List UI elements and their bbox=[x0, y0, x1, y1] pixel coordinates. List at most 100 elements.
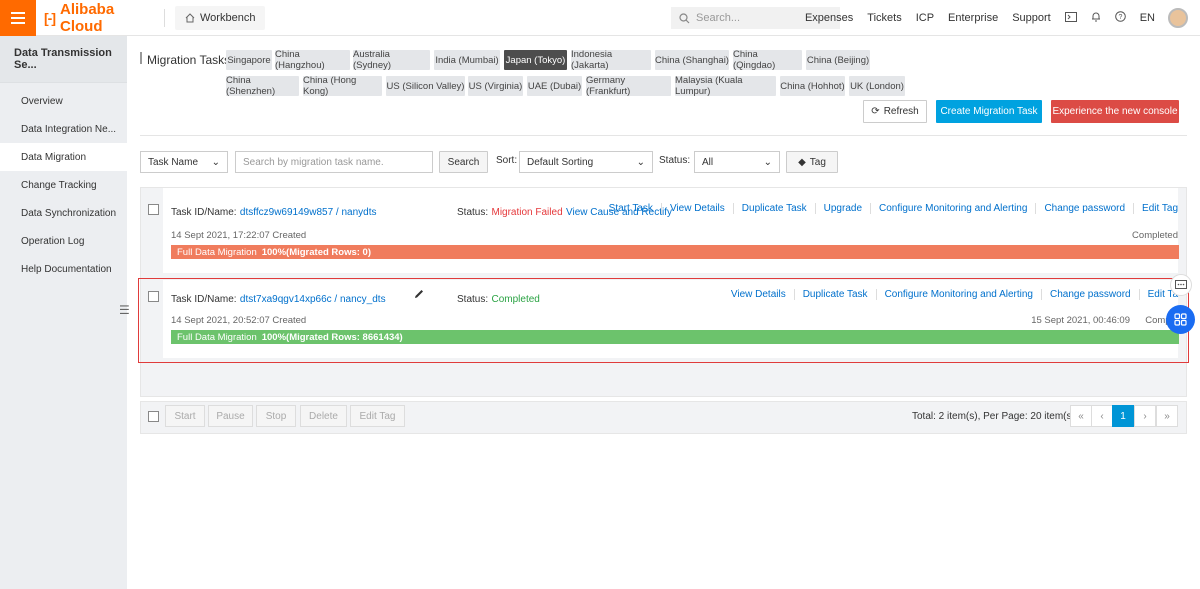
region-china-beijing[interactable]: China (Beijing) bbox=[806, 50, 870, 70]
task-id-line: Task ID/Name: dtsffcz9w69149w857 / nanyd… bbox=[171, 204, 377, 218]
edit-tag-link[interactable]: Edit Tag bbox=[1133, 203, 1186, 214]
sort-label: Sort: bbox=[496, 155, 518, 166]
task-status-label: Status: bbox=[457, 207, 489, 218]
alibaba-cloud-logo-icon: [-] bbox=[44, 9, 56, 26]
bulk-edit-tag-button[interactable]: Edit Tag bbox=[350, 405, 405, 427]
region-uae-dubai[interactable]: UAE (Dubai) bbox=[527, 76, 582, 96]
region-china-qingdao[interactable]: China (Qingdao) bbox=[733, 49, 802, 71]
divider bbox=[164, 8, 165, 27]
first-page-button[interactable]: « bbox=[1070, 405, 1092, 427]
region-uk-london[interactable]: UK (London) bbox=[849, 76, 905, 96]
top-link-support[interactable]: Support bbox=[1005, 12, 1058, 24]
sidebar-item-data-integration[interactable]: Data Integration Ne... bbox=[0, 115, 127, 143]
task-created-time: 14 Sept 2021, 17:22:07 Created bbox=[171, 230, 307, 241]
bulk-actions-bar: Start Pause Stop Delete Edit Tag Total: … bbox=[140, 401, 1187, 434]
search-placeholder: Search... bbox=[696, 12, 741, 24]
language-selector[interactable]: EN bbox=[1133, 12, 1162, 24]
search-icon bbox=[679, 12, 690, 23]
select-all-checkbox[interactable] bbox=[148, 411, 159, 422]
upgrade-link[interactable]: Upgrade bbox=[814, 203, 870, 214]
tag-button[interactable]: ◆ Tag bbox=[786, 151, 838, 173]
create-migration-task-button[interactable]: Create Migration Task bbox=[936, 100, 1042, 123]
bulk-start-button[interactable]: Start bbox=[165, 405, 205, 427]
sidebar-title: Data Transmission Se... bbox=[0, 36, 127, 83]
sidebar-item-data-synchronization[interactable]: Data Synchronization bbox=[0, 199, 127, 227]
apps-grid-icon[interactable] bbox=[1166, 305, 1195, 334]
region-japan-tokyo[interactable]: Japan (Tokyo) bbox=[504, 50, 567, 70]
sidebar: Data Transmission Se... Overview Data In… bbox=[0, 36, 127, 589]
menu-icon[interactable] bbox=[0, 0, 36, 36]
progress-bar: Full Data Migration 100%(Migrated Rows: … bbox=[171, 245, 1179, 259]
terminal-icon[interactable] bbox=[1058, 11, 1084, 25]
next-page-button[interactable]: › bbox=[1134, 405, 1156, 427]
task-name-search-input[interactable]: Search by migration task name. bbox=[235, 151, 433, 173]
task-id-link[interactable]: dtsffcz9w69149w857 / nanydts bbox=[240, 207, 377, 218]
refresh-button[interactable]: ⟳ Refresh bbox=[863, 100, 927, 123]
region-indonesia-jakarta[interactable]: Indonesia (Jakarta) bbox=[571, 49, 651, 71]
region-germany-frankfurt[interactable]: Germany (Frankfurt) bbox=[586, 75, 671, 97]
progress-text: 100%(Migrated Rows: 0) bbox=[261, 246, 372, 258]
refresh-icon: ⟳ bbox=[871, 106, 880, 117]
region-us-virginia[interactable]: US (Virginia) bbox=[468, 76, 523, 96]
search-type-select[interactable]: Task Name ⌄ bbox=[140, 151, 228, 173]
status-select[interactable]: All ⌄ bbox=[694, 151, 780, 173]
status-value: All bbox=[702, 156, 714, 168]
task-state: Completed bbox=[1132, 230, 1178, 241]
duplicate-task-link[interactable]: Duplicate Task bbox=[732, 203, 815, 214]
bulk-pause-button[interactable]: Pause bbox=[208, 405, 253, 427]
search-type-value: Task Name bbox=[148, 156, 199, 168]
bulk-delete-button[interactable]: Delete bbox=[300, 405, 347, 427]
workbench-label: Workbench bbox=[200, 11, 256, 24]
selection-highlight bbox=[138, 278, 1189, 363]
top-link-expenses[interactable]: Expenses bbox=[798, 12, 860, 24]
sidebar-item-help-documentation[interactable]: Help Documentation bbox=[0, 255, 127, 283]
task-checkbox[interactable] bbox=[148, 204, 159, 215]
experience-new-console-button[interactable]: Experience the new console bbox=[1051, 100, 1179, 123]
task-status-value: Migration Failed bbox=[491, 207, 563, 218]
region-malaysia-kuala-lumpur[interactable]: Malaysia (Kuala Lumpur) bbox=[675, 75, 776, 97]
change-password-link[interactable]: Change password bbox=[1035, 203, 1133, 214]
collapse-sidebar-icon[interactable]: ☰ bbox=[119, 303, 130, 317]
region-australia-sydney[interactable]: Australia (Sydney) bbox=[353, 49, 430, 71]
task-search-placeholder: Search by migration task name. bbox=[243, 156, 384, 168]
task-id-label: Task ID/Name: bbox=[171, 207, 237, 218]
bell-icon[interactable] bbox=[1084, 11, 1108, 25]
brand-logo[interactable]: [-] Alibaba Cloud bbox=[44, 1, 154, 35]
page-1-button[interactable]: 1 bbox=[1112, 405, 1134, 427]
search-button[interactable]: Search bbox=[439, 151, 488, 173]
workbench-button[interactable]: Workbench bbox=[175, 5, 266, 30]
sidebar-item-overview[interactable]: Overview bbox=[0, 87, 127, 115]
bulk-stop-button[interactable]: Stop bbox=[256, 405, 296, 427]
prev-page-button[interactable]: ‹ bbox=[1091, 405, 1113, 427]
configure-monitoring-link[interactable]: Configure Monitoring and Alerting bbox=[870, 203, 1035, 214]
region-india-mumbai[interactable]: India (Mumbai) bbox=[434, 50, 500, 70]
last-page-button[interactable]: » bbox=[1156, 405, 1178, 427]
region-china-hohhot[interactable]: China (Hohhot) bbox=[780, 76, 845, 96]
region-china-hong-kong[interactable]: China (Hong Kong) bbox=[303, 75, 382, 97]
home-icon bbox=[185, 12, 195, 22]
top-link-icp[interactable]: ICP bbox=[909, 12, 941, 24]
sidebar-item-operation-log[interactable]: Operation Log bbox=[0, 227, 127, 255]
top-link-enterprise[interactable]: Enterprise bbox=[941, 12, 1005, 24]
view-details-link[interactable]: View Details bbox=[660, 203, 733, 214]
svg-text:?: ? bbox=[1118, 14, 1122, 21]
sidebar-item-change-tracking[interactable]: Change Tracking bbox=[0, 171, 127, 199]
help-icon[interactable]: ? bbox=[1108, 11, 1133, 25]
tag-icon: ◆ bbox=[798, 156, 806, 168]
avatar[interactable] bbox=[1168, 8, 1188, 28]
pagination-total: Total: 2 item(s), Per Page: 20 item(s) bbox=[912, 411, 1075, 422]
sidebar-item-data-migration[interactable]: Data Migration bbox=[0, 143, 127, 171]
region-china-shenzhen[interactable]: China (Shenzhen) bbox=[226, 75, 299, 97]
chat-icon[interactable] bbox=[1170, 274, 1192, 296]
sort-select[interactable]: Default Sorting ⌄ bbox=[519, 151, 653, 173]
top-links: Expenses Tickets ICP Enterprise Support … bbox=[798, 0, 1188, 36]
brand-name: Alibaba Cloud bbox=[60, 0, 115, 35]
region-singapore[interactable]: Singapore bbox=[226, 50, 272, 70]
region-china-hangzhou[interactable]: China (Hangzhou) bbox=[275, 49, 350, 71]
start-task-link[interactable]: Start Task bbox=[601, 203, 661, 214]
top-link-tickets[interactable]: Tickets bbox=[860, 12, 908, 24]
task-row: Task ID/Name: dtsffcz9w69149w857 / nanyd… bbox=[148, 188, 1179, 273]
region-china-shanghai[interactable]: China (Shanghai) bbox=[655, 50, 729, 70]
tag-label: Tag bbox=[809, 156, 826, 168]
region-us-silicon-valley[interactable]: US (Silicon Valley) bbox=[386, 76, 465, 96]
